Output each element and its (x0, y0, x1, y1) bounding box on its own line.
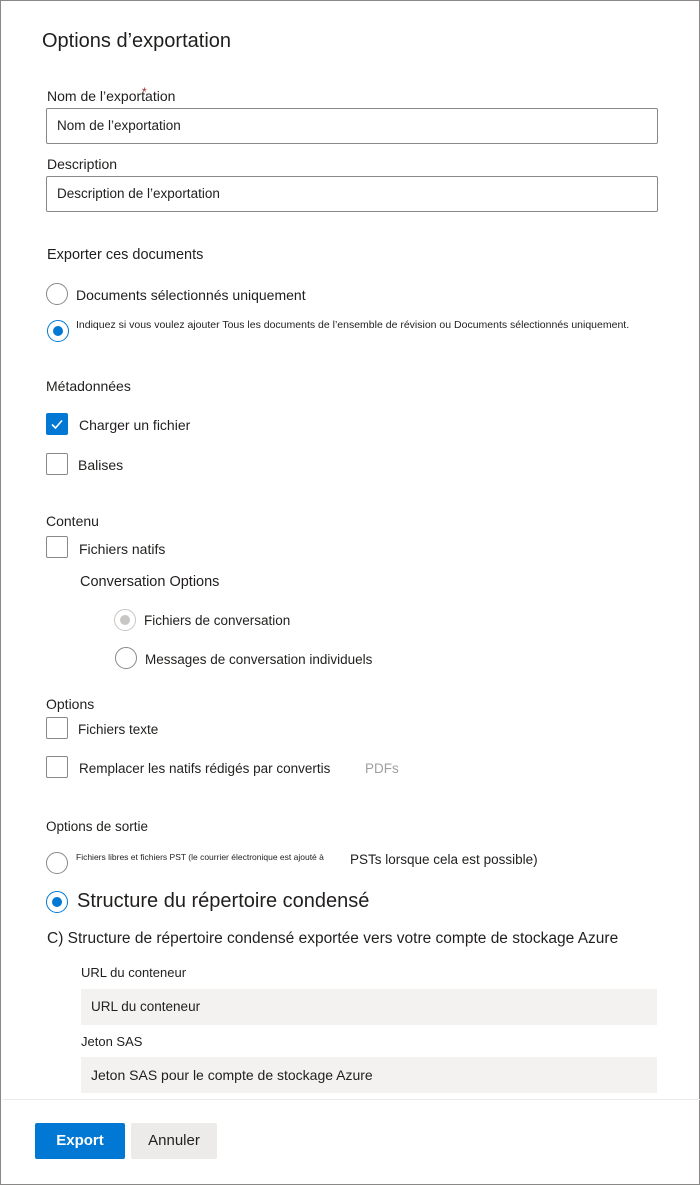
description-input[interactable]: Description de l’exportation (46, 176, 658, 212)
native-files-label: Fichiers natifs (79, 541, 166, 557)
azure-structure-option[interactable]: C) Structure de répertoire condensé expo… (47, 930, 618, 948)
panel-title: Options d’exportation (42, 30, 232, 52)
radio-loose-files-pst[interactable] (46, 852, 68, 874)
load-file-checkbox[interactable] (46, 413, 68, 435)
tags-checkbox[interactable] (46, 453, 68, 475)
cancel-button[interactable]: Annuler (131, 1123, 217, 1159)
radio-selected-documents-only[interactable] (46, 283, 68, 305)
text-files-checkbox[interactable] (46, 717, 68, 739)
export-name-label: Nom de l’exportation (47, 88, 175, 104)
output-options-heading: Options de sortie (46, 819, 149, 834)
checkmark-icon (51, 419, 63, 430)
content-heading: Contenu (46, 513, 99, 529)
replace-redacted-checkbox[interactable] (46, 756, 68, 778)
radio-all-documents[interactable] (47, 320, 69, 342)
conversation-files-label: Fichiers de conversation (144, 613, 291, 628)
sas-token-input[interactable]: Jeton SAS pour le compte de stockage Azu… (81, 1057, 657, 1093)
container-url-input[interactable]: URL du conteneur (81, 989, 657, 1025)
documents-heading: Exporter ces documents (47, 247, 204, 263)
individual-messages-label: Messages de conversation individuels (145, 652, 373, 667)
radio-conversation-files[interactable] (114, 609, 136, 631)
export-name-input[interactable]: Nom de l’exportation (46, 108, 658, 144)
sas-token-label: Jeton SAS (81, 1034, 143, 1049)
native-files-checkbox[interactable] (46, 536, 68, 558)
required-marker: * (142, 85, 147, 99)
conversation-options-heading: Conversation Options (80, 574, 220, 590)
options-heading: Options (46, 696, 95, 712)
container-url-label: URL du conteneur (81, 965, 187, 980)
text-files-label: Fichiers texte (78, 722, 159, 737)
metadata-heading: Métadonnées (46, 378, 131, 394)
radio-condensed-structure[interactable] (46, 891, 68, 913)
footer-divider (2, 1099, 700, 1100)
selected-documents-only-label: Documents sélectionnés uniquement (76, 287, 306, 303)
condensed-structure-label: Structure du répertoire condensé (77, 890, 370, 912)
loose-files-pst-label-small: Fichiers libres et fichiers PST (le cour… (76, 852, 324, 862)
replace-redacted-pdfs-suffix: PDFs (365, 761, 399, 776)
radio-individual-messages[interactable] (115, 647, 137, 669)
loose-files-pst-label-rest: PSTs lorsque cela est possible) (350, 852, 538, 867)
replace-redacted-label: Remplacer les natifs rédigés par convert… (79, 761, 331, 776)
load-file-label: Charger un fichier (79, 417, 191, 433)
description-label: Description (47, 156, 118, 172)
tags-label: Balises (78, 457, 124, 473)
export-button[interactable]: Export (35, 1123, 125, 1159)
export-options-panel: Options d’exportation Nom de l’exportati… (0, 0, 700, 1185)
all-documents-label: Indiquez si vous voulez ajouter Tous les… (76, 319, 630, 331)
export-name-label-text: Nom de l’exportation (47, 88, 176, 104)
